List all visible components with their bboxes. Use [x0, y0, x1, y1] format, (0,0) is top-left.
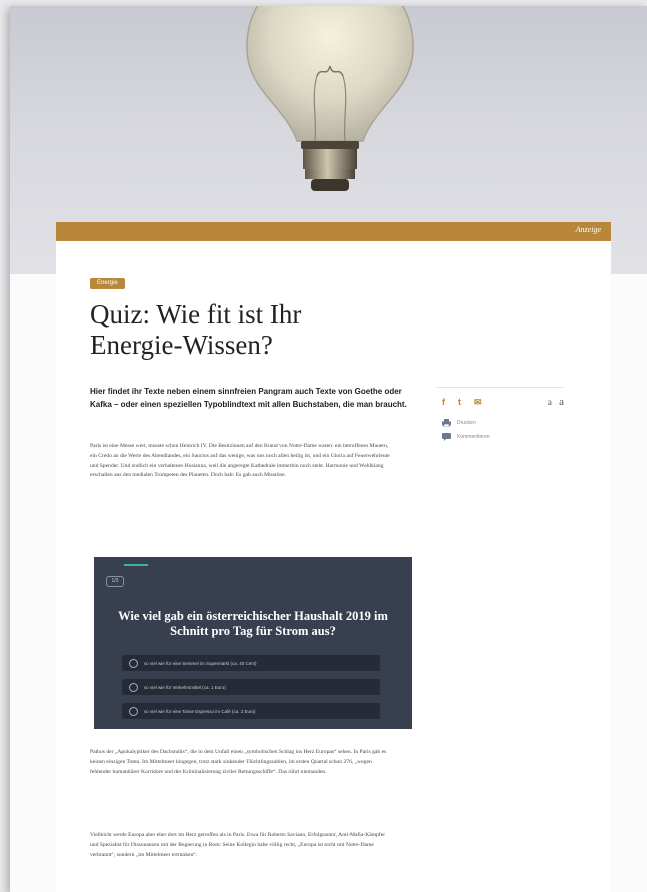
article-content: Energie Quiz: Wie fit ist Ihr Energie-Wi…	[56, 241, 611, 892]
comment-link[interactable]: Kommentieren	[436, 430, 564, 444]
quiz-question: Wie viel gab ein österreichischer Hausha…	[118, 609, 388, 638]
article-sidebar: f t ✉ a a Drucken Kommentieren	[436, 387, 564, 444]
quiz-option-label: so viel wie für Verkehrsmittel (ca. 1 Eu…	[144, 684, 226, 690]
article-title: Quiz: Wie fit ist Ihr Energie-Wissen?	[90, 299, 302, 360]
category-tag[interactable]: Energie	[90, 278, 125, 289]
font-size-controls: a a	[548, 396, 564, 408]
mail-icon[interactable]: ✉	[474, 397, 490, 408]
print-link[interactable]: Drucken	[436, 416, 564, 430]
page: Anzeige Energie Quiz: Wie fit ist Ihr En…	[10, 6, 647, 892]
font-larger-button[interactable]: a	[559, 396, 564, 408]
quiz-option-label: so viel wie für eine Tasse Espresso im C…	[144, 708, 256, 714]
share-row: f t ✉ a a	[436, 388, 564, 416]
printer-icon	[442, 419, 451, 427]
comment-label: Kommentieren	[457, 434, 490, 440]
article-paragraph-3: Vielleicht werde Europa aber eher dort i…	[90, 832, 386, 858]
article-paragraph-2: Pathos der „Apokalyptiker des Dachstuhls…	[90, 749, 387, 775]
quiz-option-3[interactable]: so viel wie für eine Tasse Espresso im C…	[122, 703, 380, 719]
article-lead: Hier findet ihr Texte neben einem sinnfr…	[90, 387, 407, 409]
radio-icon	[129, 658, 138, 668]
article-paragraph-1: Paris ist eine Messe wert, musste schon …	[90, 443, 390, 479]
print-label: Drucken	[457, 420, 476, 426]
facebook-icon[interactable]: f	[442, 397, 458, 407]
hero-image: Anzeige	[10, 6, 647, 274]
radio-icon	[129, 706, 138, 716]
quiz-widget: 1/3 Wie viel gab ein österreichischer Ha…	[94, 557, 412, 729]
quiz-progress-badge: 1/3	[106, 576, 124, 587]
ad-label: Anzeige	[575, 225, 601, 234]
twitter-icon[interactable]: t	[458, 397, 474, 407]
ad-bar: Anzeige	[56, 222, 611, 241]
comment-icon	[442, 433, 451, 441]
light-bulb-image	[246, 6, 414, 191]
font-smaller-button[interactable]: a	[548, 397, 552, 407]
quiz-progress-indicator	[124, 564, 148, 566]
quiz-option-label: so viel wie für eine Semmel im Supermark…	[144, 660, 257, 666]
radio-icon	[129, 682, 138, 692]
quiz-option-1[interactable]: so viel wie für eine Semmel im Supermark…	[122, 655, 380, 671]
quiz-option-2[interactable]: so viel wie für Verkehrsmittel (ca. 1 Eu…	[122, 679, 380, 695]
